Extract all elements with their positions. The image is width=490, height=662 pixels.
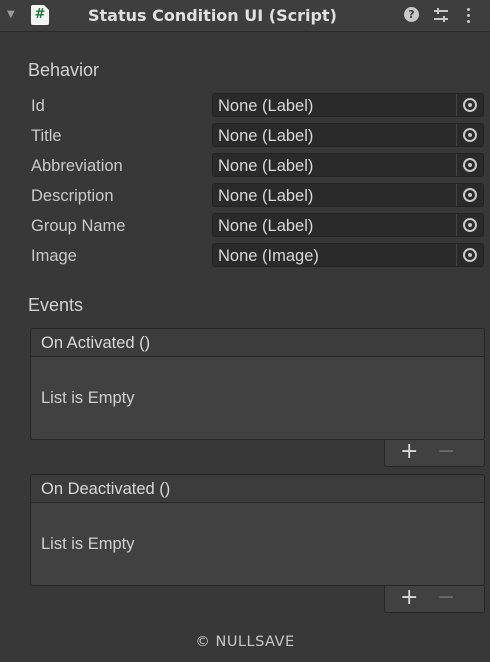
behavior-heading: Behavior <box>28 60 100 80</box>
prop-label-image: Image <box>31 247 77 265</box>
prop-label-group-name: Group Name <box>31 217 126 235</box>
script-glyph: # <box>34 7 46 22</box>
component-header: ▼ # Status Condition UI (Script) ? <box>0 0 490 32</box>
component-title: Status Condition UI (Script) <box>88 6 337 25</box>
fold-arrow-icon[interactable]: ▼ <box>7 9 15 21</box>
prop-label-description: Description <box>31 187 114 205</box>
help-icon[interactable]: ? <box>404 7 420 23</box>
help-glyph: ? <box>404 7 419 22</box>
on-deactivated-header: On Deactivated () <box>30 474 485 503</box>
copyright-text: © NULLSAVE <box>195 634 295 650</box>
on-activated-list: List is Empty <box>30 357 485 440</box>
on-activated-label: On Activated () <box>41 334 151 352</box>
object-picker-icon[interactable] <box>456 184 483 206</box>
on-deactivated-list: List is Empty <box>30 503 485 586</box>
on-deactivated-list-footer: + − <box>384 586 485 613</box>
object-picker-icon[interactable] <box>456 124 483 146</box>
presets-glyph <box>434 8 448 22</box>
events-heading: Events <box>28 295 84 315</box>
description-field-value: None (Label) <box>218 187 314 205</box>
object-picker-icon[interactable] <box>456 244 483 266</box>
title-field-value: None (Label) <box>218 127 314 145</box>
add-listener-button[interactable]: + <box>400 441 418 463</box>
presets-icon[interactable] <box>433 7 449 23</box>
remove-listener-button[interactable]: − <box>437 587 455 609</box>
add-listener-button[interactable]: + <box>400 587 418 609</box>
on-activated-empty-text: List is Empty <box>41 389 135 407</box>
csharp-script-icon: # <box>31 5 49 25</box>
on-deactivated-label: On Deactivated () <box>41 480 171 498</box>
more-icon[interactable] <box>463 7 473 23</box>
remove-listener-button[interactable]: − <box>437 441 455 463</box>
object-picker-icon[interactable] <box>456 94 483 116</box>
on-deactivated-empty-text: List is Empty <box>41 535 135 553</box>
abbreviation-field-value: None (Label) <box>218 157 314 175</box>
prop-label-title: Title <box>31 127 62 145</box>
id-field[interactable]: None (Label) <box>212 93 484 117</box>
id-field-value: None (Label) <box>218 97 314 115</box>
object-picker-icon[interactable] <box>456 214 483 236</box>
on-activated-header: On Activated () <box>30 328 485 357</box>
image-field[interactable]: None (Image) <box>212 243 484 267</box>
title-field[interactable]: None (Label) <box>212 123 484 147</box>
description-field[interactable]: None (Label) <box>212 183 484 207</box>
object-picker-icon[interactable] <box>456 154 483 176</box>
image-field-value: None (Image) <box>218 247 319 265</box>
prop-label-abbreviation: Abbreviation <box>31 157 123 175</box>
group-name-field[interactable]: None (Label) <box>212 213 484 237</box>
on-activated-list-footer: + − <box>384 440 485 467</box>
group-name-field-value: None (Label) <box>218 217 314 235</box>
prop-label-id: Id <box>31 97 45 115</box>
abbreviation-field[interactable]: None (Label) <box>212 153 484 177</box>
